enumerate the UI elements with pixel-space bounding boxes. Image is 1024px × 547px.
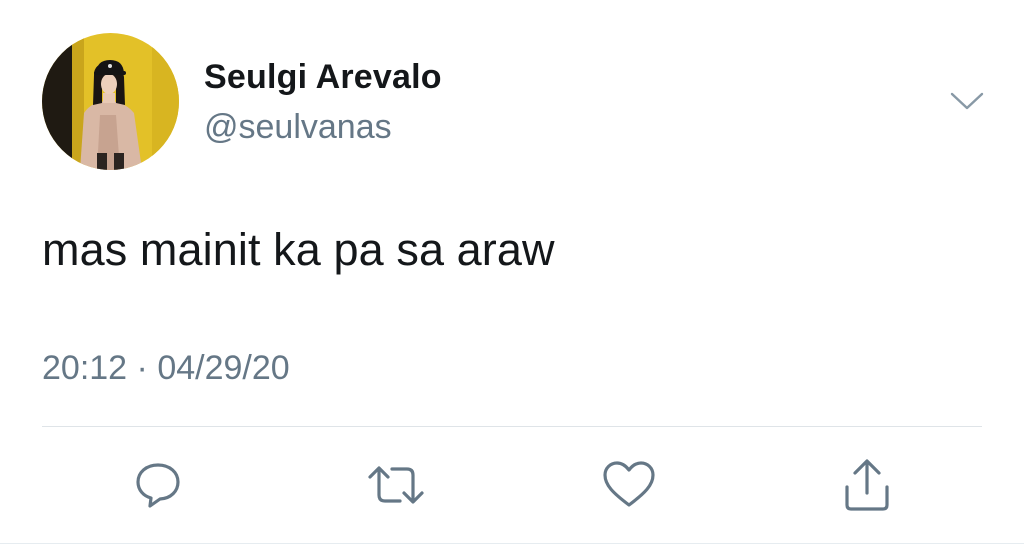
bottom-divider bbox=[0, 543, 1024, 544]
tweet-text: mas mainit ka pa sa araw bbox=[42, 224, 555, 275]
heart-icon bbox=[603, 461, 655, 507]
avatar[interactable] bbox=[42, 33, 179, 170]
retweet-button[interactable] bbox=[366, 455, 426, 515]
tweet-card: Seulgi Arevalo @seulvanas mas mainit ka … bbox=[0, 0, 1024, 547]
tweet-timestamp[interactable]: 20:12 · 04/29/20 bbox=[42, 349, 290, 388]
chevron-down-icon[interactable] bbox=[948, 88, 986, 114]
share-button[interactable] bbox=[837, 455, 897, 515]
divider bbox=[42, 426, 982, 427]
timestamp-separator: · bbox=[136, 349, 148, 387]
display-name[interactable]: Seulgi Arevalo bbox=[204, 58, 442, 97]
user-handle[interactable]: @seulvanas bbox=[204, 108, 392, 147]
retweet-icon bbox=[368, 466, 424, 504]
action-bar bbox=[0, 455, 1024, 515]
tweet-time: 20:12 bbox=[42, 349, 128, 387]
avatar-photo bbox=[42, 33, 179, 170]
like-button[interactable] bbox=[599, 455, 659, 515]
share-icon bbox=[845, 459, 889, 511]
reply-icon bbox=[136, 463, 180, 508]
reply-button[interactable] bbox=[128, 455, 188, 515]
tweet-date: 04/29/20 bbox=[157, 349, 290, 387]
